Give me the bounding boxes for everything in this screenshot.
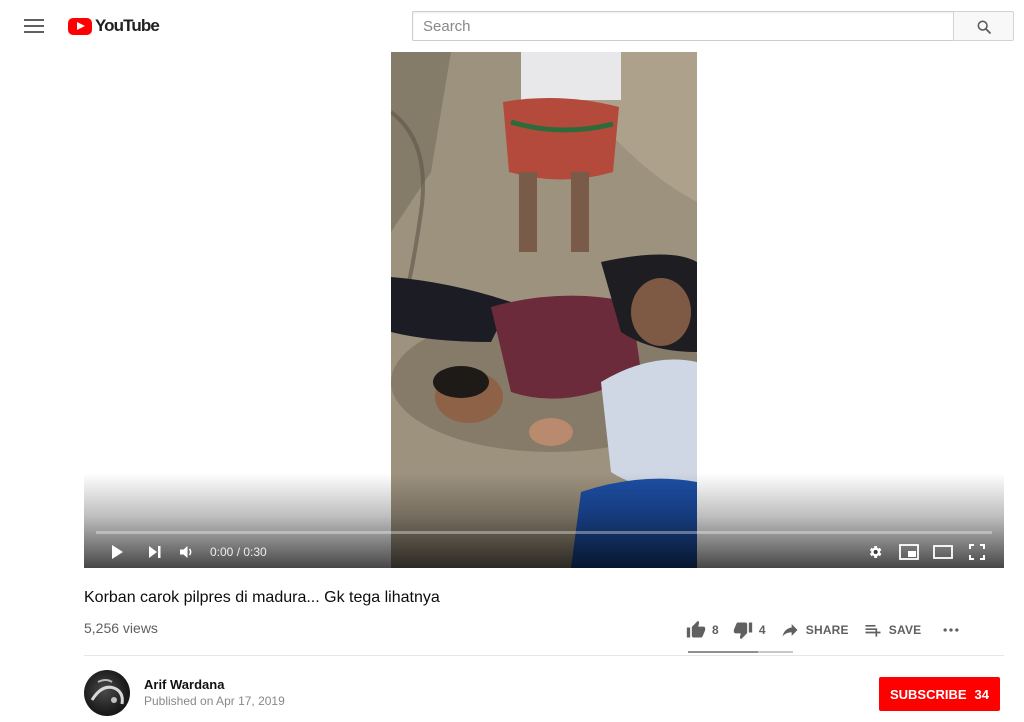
search-box [412, 11, 954, 41]
search-icon [977, 20, 991, 34]
settings-button[interactable] [864, 541, 886, 563]
miniplayer-button[interactable] [898, 541, 920, 563]
masthead: YouTube [0, 0, 1024, 52]
channel-name[interactable]: Arif Wardana [144, 677, 224, 692]
progress-bar[interactable] [96, 531, 992, 534]
share-label: SHARE [805, 623, 849, 637]
theater-mode-button[interactable] [932, 541, 954, 563]
search-button[interactable] [953, 11, 1014, 41]
thumbs-up-icon [686, 620, 706, 638]
youtube-logo[interactable]: YouTube [68, 15, 160, 37]
more-actions-button[interactable] [941, 620, 967, 640]
subscribe-label: SUBSCRIBE [889, 686, 967, 702]
play-icon [112, 545, 123, 559]
dislike-count: 4 [758, 623, 766, 637]
thumbs-down-icon [733, 622, 753, 640]
hamburger-menu-icon[interactable] [22, 16, 46, 36]
theater-mode-icon [933, 545, 953, 559]
miniplayer-icon [899, 544, 919, 560]
time-display: 0:00 / 0:30 [210, 545, 267, 559]
playlist-add-icon [865, 625, 881, 637]
sentiment-like-fill [688, 651, 759, 653]
gear-icon [869, 546, 882, 558]
like-dislike-sentiment-bar [688, 651, 793, 653]
fullscreen-button[interactable] [966, 541, 988, 563]
more-horizontal-icon [943, 628, 959, 632]
avatar-image [90, 679, 124, 705]
subscriber-count: 34 [974, 686, 990, 702]
dislike-button[interactable]: 4 [733, 620, 766, 640]
like-count: 8 [712, 623, 719, 637]
fullscreen-icon [969, 544, 985, 560]
save-button[interactable]: SAVE [863, 620, 922, 640]
view-count: 5,256 views [84, 620, 158, 636]
youtube-play-logo-icon [68, 17, 92, 35]
mute-button[interactable] [176, 541, 198, 563]
info-divider [84, 655, 1004, 656]
play-button[interactable] [106, 541, 128, 563]
skip-next-icon [149, 546, 161, 558]
logo-text: YouTube [95, 16, 160, 35]
next-button[interactable] [144, 541, 166, 563]
like-button[interactable]: 8 [686, 620, 719, 640]
share-button[interactable]: SHARE [780, 620, 849, 640]
save-label: SAVE [888, 623, 922, 637]
video-player[interactable]: 0:00 / 0:30 [84, 52, 1004, 568]
search-input[interactable] [413, 12, 954, 40]
channel-avatar[interactable] [84, 670, 130, 716]
video-title: Korban carok pilpres di madura... Gk teg… [84, 589, 440, 606]
share-arrow-icon [782, 624, 798, 637]
video-actions: 8 4 SHARE SAVE [686, 614, 981, 646]
publish-date: Published on Apr 17, 2019 [144, 694, 285, 708]
subscribe-button[interactable]: SUBSCRIBE 34 [879, 677, 1000, 711]
volume-icon [180, 546, 192, 558]
